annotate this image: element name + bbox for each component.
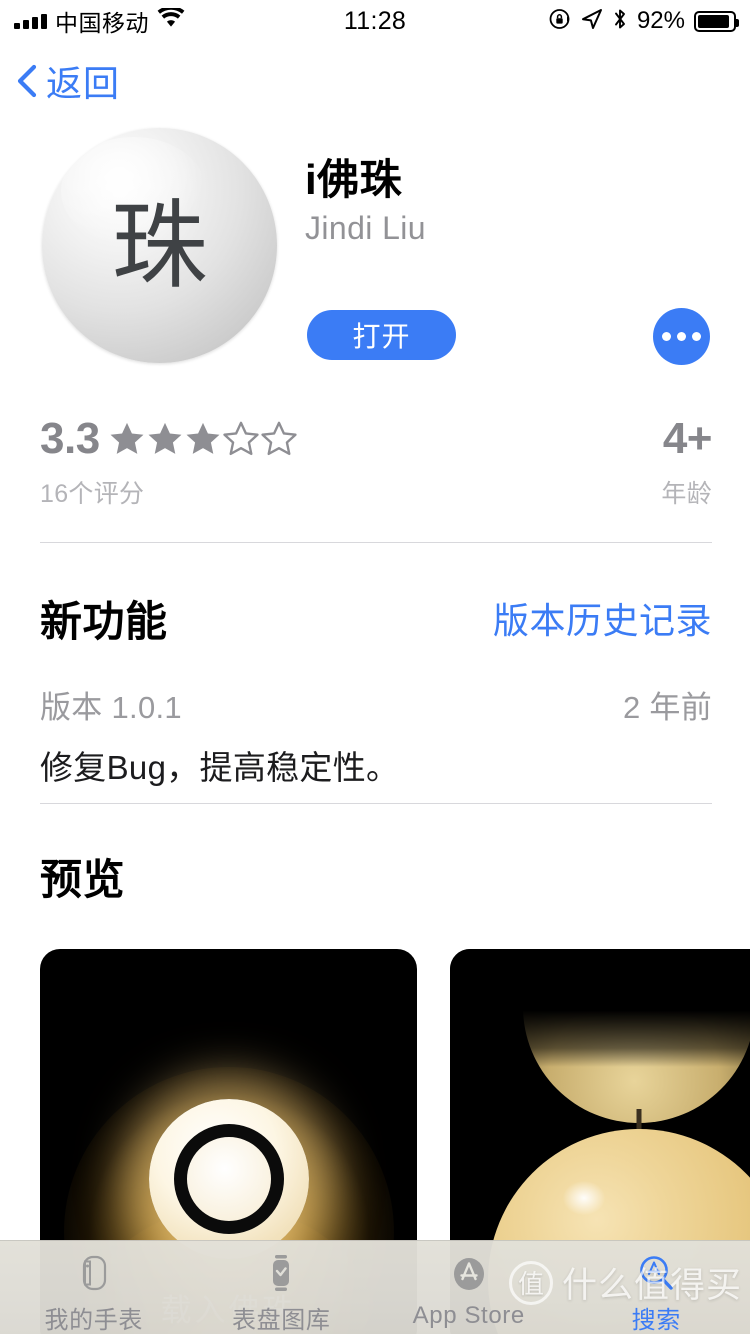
age-rating-value: 4+ bbox=[662, 414, 713, 463]
age-rating-label: 年龄 bbox=[661, 480, 712, 508]
clock-label: 11:28 bbox=[343, 6, 407, 35]
star-outline-icon bbox=[261, 421, 297, 456]
whats-new-section: 新功能 版本历史记录 版本 1.0.1 2 年前 修复Bug，提高稳定性。 bbox=[0, 588, 750, 791]
star-filled-icon bbox=[148, 422, 182, 454]
tab-app-store-label: App Store bbox=[412, 1302, 525, 1329]
rating-count-label: 16个评分 bbox=[40, 480, 145, 508]
watch-icon bbox=[71, 1250, 117, 1296]
tab-bar: 我的手表 表盘图库 App Store 搜索 bbox=[0, 1240, 750, 1334]
rating-summary-row: 3.3 16个评分 4+ 年龄 bbox=[0, 414, 750, 508]
watch-face-gallery-icon bbox=[258, 1250, 304, 1296]
tab-search-label: 搜索 bbox=[631, 1307, 681, 1334]
app-developer[interactable]: Jindi Liu bbox=[305, 210, 426, 247]
rating-stars bbox=[108, 420, 298, 458]
battery-percent-label: 92% bbox=[636, 7, 685, 34]
chevron-left-icon bbox=[14, 64, 40, 98]
tab-app-store[interactable]: App Store bbox=[375, 1241, 563, 1334]
preview-title: 预览 bbox=[40, 856, 126, 903]
more-options-button[interactable] bbox=[653, 308, 710, 365]
rating-score: 3.3 bbox=[40, 414, 100, 463]
app-icon[interactable]: 珠 bbox=[42, 128, 277, 363]
star-filled-icon bbox=[186, 422, 220, 454]
bead-specular-highlight bbox=[562, 1181, 605, 1215]
version-history-link[interactable]: 版本历史记录 bbox=[493, 592, 712, 644]
status-bar: 中国移动 11:28 92% bbox=[0, 0, 750, 42]
tab-face-gallery-label: 表盘图库 bbox=[232, 1307, 331, 1334]
whats-new-title: 新功能 bbox=[40, 598, 168, 645]
status-bar-right: 92% bbox=[548, 0, 739, 42]
release-notes-text: 修复Bug，提高稳定性。 bbox=[40, 749, 400, 786]
age-rating-block: 4+ 年龄 bbox=[661, 414, 712, 510]
rating-score-line: 3.3 bbox=[40, 414, 298, 464]
tab-face-gallery[interactable]: 表盘图库 bbox=[188, 1241, 376, 1334]
whats-new-header: 新功能 版本历史记录 bbox=[0, 588, 750, 645]
divider-top bbox=[40, 542, 712, 543]
app-title: i佛珠 bbox=[305, 156, 403, 203]
location-arrow-icon bbox=[581, 8, 603, 35]
star-outline-icon bbox=[223, 421, 259, 456]
tab-my-watch-label: 我的手表 bbox=[44, 1307, 143, 1334]
open-button[interactable]: 打开 bbox=[307, 310, 456, 360]
app-store-icon bbox=[446, 1250, 492, 1298]
open-button-label: 打开 bbox=[352, 321, 411, 352]
release-date-label: 2 年前 bbox=[622, 690, 712, 725]
tab-my-watch[interactable]: 我的手表 bbox=[0, 1241, 188, 1334]
navigation-bar: 返回 bbox=[0, 50, 750, 112]
star-filled-icon bbox=[110, 422, 144, 454]
loading-bead-ring-icon bbox=[148, 1099, 309, 1259]
whats-new-meta: 版本 1.0.1 2 年前 bbox=[0, 682, 750, 728]
rotation-lock-icon bbox=[548, 7, 572, 36]
battery-full-icon bbox=[694, 10, 739, 32]
search-app-store-icon bbox=[633, 1250, 679, 1296]
version-label: 版本 1.0.1 bbox=[40, 690, 182, 725]
app-icon-character: 珠 bbox=[111, 189, 208, 302]
rating-block[interactable]: 3.3 16个评分 bbox=[40, 414, 298, 510]
bluetooth-icon bbox=[612, 7, 628, 36]
ellipsis-icon bbox=[662, 332, 671, 341]
top-shadow-overlay bbox=[450, 949, 750, 1067]
back-button[interactable]: 返回 bbox=[14, 50, 120, 112]
back-button-label: 返回 bbox=[46, 63, 121, 104]
tab-search[interactable]: 搜索 bbox=[563, 1241, 750, 1334]
divider-bottom bbox=[40, 803, 712, 804]
app-store-app-detail-screen: 中国移动 11:28 92% 返回 珠 i佛珠 Jindi Liu 打开 3.3… bbox=[0, 0, 750, 1334]
app-header: 珠 i佛珠 Jindi Liu 打开 bbox=[0, 128, 750, 373]
